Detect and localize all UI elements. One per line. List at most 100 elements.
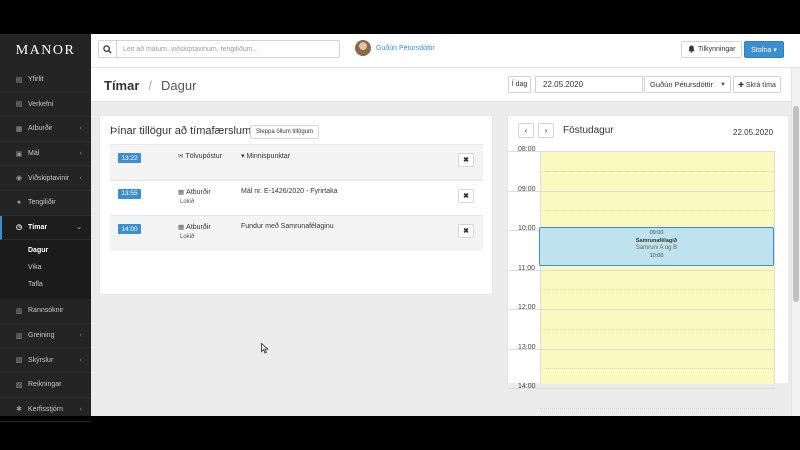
page-title[interactable]: Tímar bbox=[104, 78, 139, 93]
bell-icon bbox=[688, 45, 695, 55]
event-title: Samrunafélagið bbox=[635, 238, 678, 244]
search-box bbox=[98, 40, 340, 58]
user-select-value: Guðún Pétursdóttir bbox=[650, 80, 713, 89]
briefcase-icon: ▣ bbox=[15, 150, 23, 158]
notifications-button[interactable]: Tilkynningar bbox=[681, 41, 743, 58]
suggestion-type-label: Atburðir bbox=[186, 188, 211, 196]
time-badge[interactable]: 13:55 bbox=[118, 188, 141, 199]
chevron-left-icon: ‹ bbox=[79, 405, 82, 413]
sidebar-item-rannsoknir[interactable]: ▥ Rannsóknir bbox=[0, 299, 91, 324]
sidebar-item-label: Atburðir bbox=[28, 125, 53, 133]
next-day-button[interactable]: › bbox=[538, 123, 554, 138]
user-profile[interactable]: Guðún Pétursdóttir bbox=[355, 40, 435, 56]
envelope-icon: ✉ bbox=[178, 153, 184, 160]
suggestion-description[interactable]: ▾ Minnispunktar bbox=[241, 152, 290, 160]
suggestions-title: Þínar tillögur að tímafærslum bbox=[110, 125, 252, 137]
page-header: Tímar / Dagur Í dag 22.05.2020 Guðún Pétur… bbox=[91, 68, 791, 102]
suggestions-list: 13:22 ✉ Tölvupóstur ▾ Minnispunktar ✖ 13:55 ▦ A… bbox=[110, 144, 483, 251]
calendar-event[interactable]: 09:00 Samrunafélagið Samruni A og B 10:0… bbox=[539, 227, 774, 266]
time-badge[interactable]: 13:22 bbox=[118, 153, 141, 163]
suggestions-card: Þínar tillögur að tímafærslum Sleppa öll… bbox=[99, 115, 493, 295]
hour-label: 12:00 bbox=[518, 304, 536, 311]
sidebar-item-label: Verkefni bbox=[28, 100, 54, 108]
sidebar-item-tengiliir[interactable]: ● Tengiliðir bbox=[0, 191, 91, 216]
hour-gridline bbox=[508, 348, 775, 350]
hour-label: 13:00 bbox=[518, 343, 536, 351]
hour-label: 10:00 bbox=[518, 225, 536, 232]
sidebar-item-greining[interactable]: ▥ Greining ‹ bbox=[0, 324, 91, 349]
suggestion-description[interactable]: Mál nr. E-1426/2020 - Fyrirtaka bbox=[241, 188, 338, 195]
suggestion-type: ▦ Atburðir bbox=[178, 223, 211, 231]
suggestion-row: 14:00 ▦ Atburðir Lokið Fundur með Samrunafél… bbox=[110, 215, 483, 251]
suggestion-type-label: Atburðir bbox=[186, 224, 211, 231]
chevron-left-icon: ‹ bbox=[79, 125, 82, 133]
user-select[interactable]: Guðún Pétursdóttir ▼ bbox=[644, 76, 731, 93]
scrollbar-thumb[interactable] bbox=[793, 106, 799, 302]
sidebar-item-timar[interactable]: ◷ Tímar ⌄ bbox=[0, 215, 91, 241]
sidebar-subitem-dagur[interactable]: Dagur bbox=[0, 242, 91, 259]
hour-label: 11:00 bbox=[518, 264, 535, 272]
contacts-icon: ● bbox=[16, 199, 22, 207]
time-badge[interactable]: 14:00 bbox=[118, 224, 141, 234]
event-end: 10:00 bbox=[649, 253, 664, 259]
sidebar-item-verkefni[interactable]: ▤ Verkefni bbox=[0, 93, 91, 118]
chevron-left-icon: ‹ bbox=[79, 356, 82, 364]
app-window: MANOR ▤ Yfirlit ▤ Verkefni ▦ Atburðir ‹ ▣ Mál ‹ ◉ V… bbox=[0, 34, 800, 423]
suggestion-status: Lokið bbox=[180, 234, 195, 240]
half-hour-gridline bbox=[540, 328, 775, 330]
sidebar-item-kerfisstjorn[interactable]: ✱ Kerfisstjórn ‹ bbox=[0, 398, 91, 423]
suggestion-type: ▦ Atburðir bbox=[178, 188, 211, 196]
date-field[interactable]: 22.05.2020 bbox=[535, 76, 643, 93]
search-input[interactable] bbox=[117, 42, 337, 56]
half-hour-gridline bbox=[540, 170, 775, 172]
suggestion-row: 13:55 ▦ Atburðir Lokið Mál nr. E-1426/2020 -… bbox=[110, 179, 483, 216]
sidebar-item-reikningar[interactable]: ▨ Reikningar bbox=[0, 373, 91, 398]
hour-label: 09:00 bbox=[518, 185, 536, 193]
breadcrumb: Tímar / Dagur bbox=[104, 78, 196, 93]
today-button[interactable]: Í dag bbox=[508, 76, 531, 93]
sidebar-item-label: Reikningar bbox=[28, 381, 62, 389]
prev-day-button[interactable]: ‹ bbox=[518, 123, 534, 138]
search-icon[interactable] bbox=[99, 41, 117, 57]
mouse-cursor-icon bbox=[261, 342, 269, 356]
sidebar-item-atburir[interactable]: ▦ Atburðir ‹ bbox=[0, 117, 91, 142]
add-time-button[interactable]: ✚ Skrá tíma bbox=[733, 76, 781, 93]
app-logo[interactable]: MANOR bbox=[0, 34, 91, 68]
skip-all-button[interactable]: Sleppa öllum tillögum bbox=[250, 125, 320, 139]
dismiss-suggestion-button[interactable]: ✖ bbox=[458, 224, 474, 238]
create-button[interactable]: Stofna ▾ bbox=[744, 41, 784, 58]
user-name[interactable]: Guðún Pétursdóttir bbox=[376, 45, 435, 52]
half-hour-gridline bbox=[540, 368, 775, 370]
sidebar-item-label: Tengiliðir bbox=[28, 199, 56, 207]
dismiss-suggestion-button[interactable]: ✖ bbox=[458, 188, 474, 203]
suggestion-type: ✉ Tölvupóstur bbox=[178, 152, 222, 160]
suggestion-description[interactable]: Fundur með Samrunafélaginu bbox=[241, 223, 334, 230]
sidebar-item-mal[interactable]: ▣ Mál ‹ bbox=[0, 142, 91, 167]
sidebar-item-yfirlit[interactable]: ▤ Yfirlit bbox=[0, 68, 91, 93]
breadcrumb-separator: / bbox=[148, 78, 153, 93]
calendar-card: ‹ › Föstudagur 22.05.2020 08:00 09:00 10:0… bbox=[507, 115, 789, 409]
calendar-icon: ▦ bbox=[178, 188, 185, 196]
sidebar-item-label: Kerfisstjórn bbox=[28, 405, 64, 413]
breadcrumb-current: Dagur bbox=[161, 78, 197, 93]
chevron-left-icon: ‹ bbox=[79, 332, 82, 340]
clients-icon: ◉ bbox=[15, 175, 23, 183]
half-hour-gridline bbox=[540, 289, 775, 291]
hour-gridline bbox=[508, 388, 775, 389]
sidebar-subitem-vika[interactable]: Vika bbox=[0, 259, 91, 276]
caret-down-icon: ▼ bbox=[720, 81, 726, 88]
chevron-down-icon: ⌄ bbox=[76, 224, 82, 232]
hour-gridline bbox=[508, 269, 775, 271]
hour-gridline bbox=[508, 309, 775, 310]
page-scrollbar[interactable] bbox=[791, 68, 800, 416]
sidebar-item-skyrslur[interactable]: ▧ Skýrslur ‹ bbox=[0, 348, 91, 373]
hour-gridline bbox=[508, 151, 775, 152]
clock-icon: ◷ bbox=[15, 224, 23, 232]
sidebar-subitem-tafla[interactable]: Tafla bbox=[0, 276, 91, 293]
dismiss-suggestion-button[interactable]: ✖ bbox=[458, 153, 474, 167]
reports-icon: ▧ bbox=[15, 357, 23, 365]
invoice-icon: ▨ bbox=[15, 381, 23, 389]
calendar-day-name: Föstudagur bbox=[563, 125, 614, 136]
sidebar-item-viskiptavinir[interactable]: ◉ Viðskiptavinir ‹ bbox=[0, 166, 91, 191]
sidebar-item-label: Rannsóknir bbox=[28, 307, 64, 315]
